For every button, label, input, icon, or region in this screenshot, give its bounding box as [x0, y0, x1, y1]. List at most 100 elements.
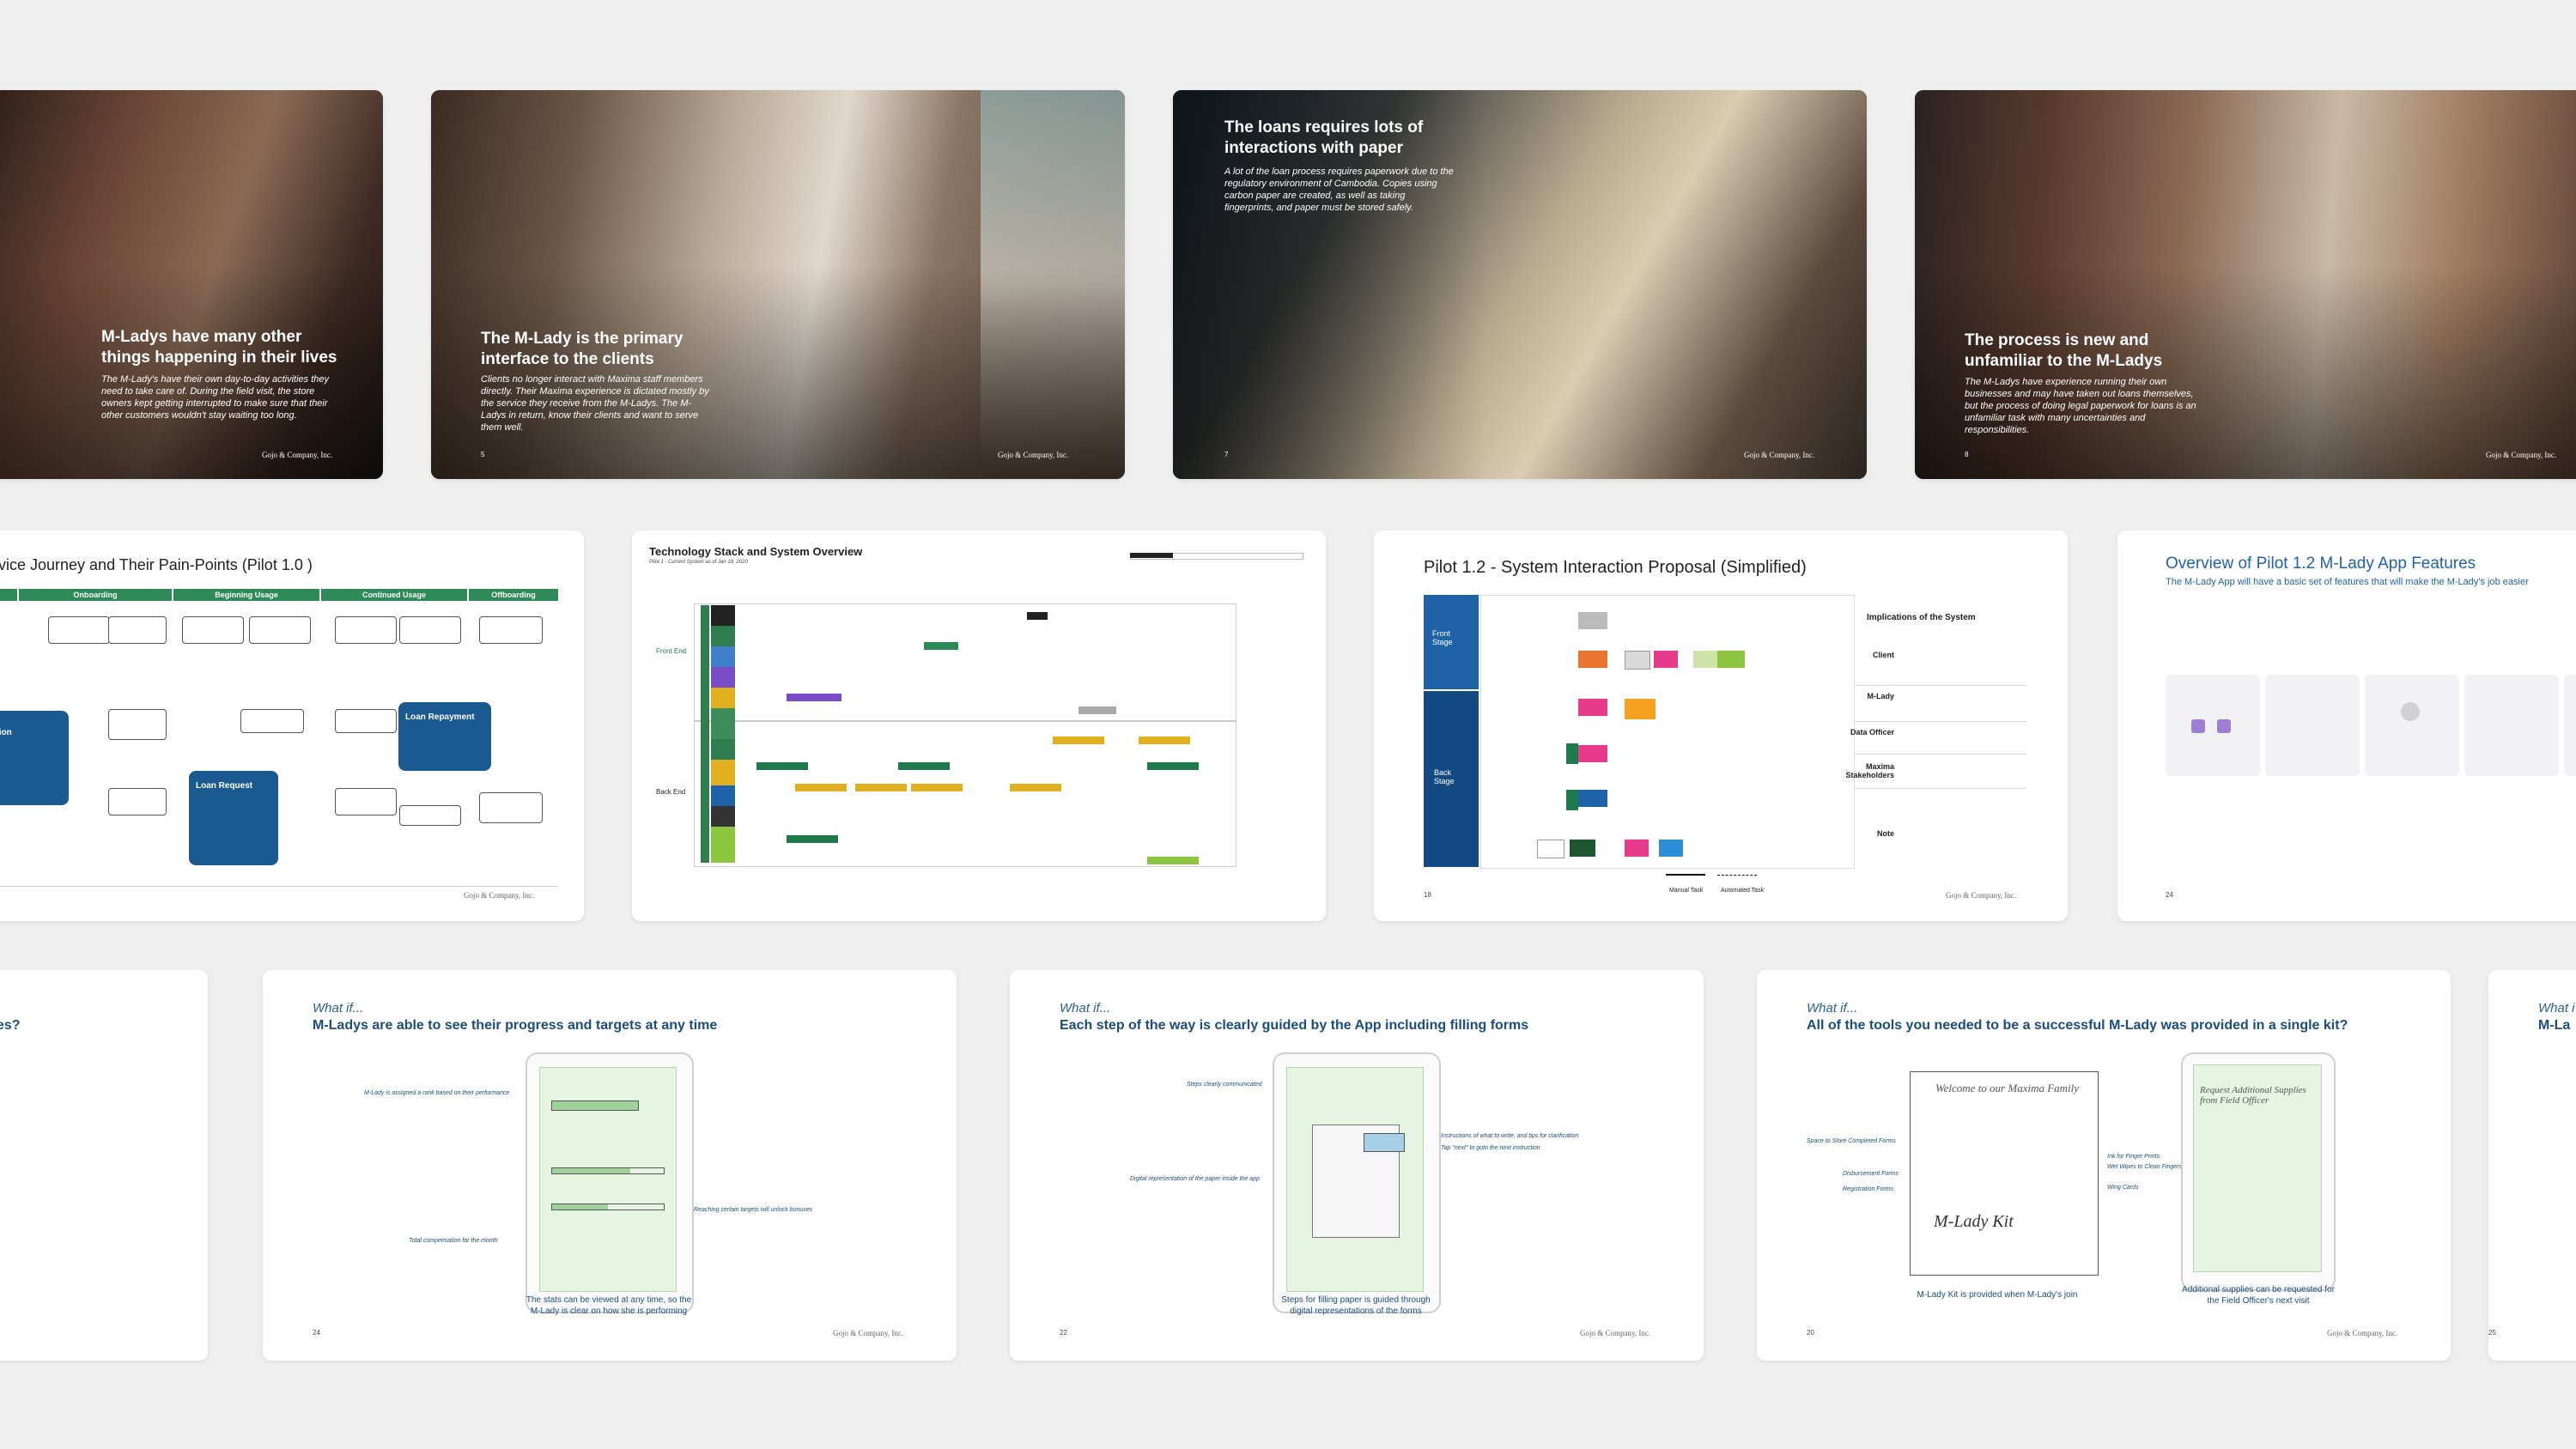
- slide-pilot12-system-interaction[interactable]: Pilot 1.2 - System Interaction Proposal …: [1374, 530, 2068, 921]
- slide-title: M-Ladys are able to see their progress a…: [313, 1018, 718, 1033]
- app-screen: [2365, 675, 2459, 776]
- slide-title: The loans requires lots of interactions w…: [1224, 118, 1424, 157]
- progress-bar: [551, 1203, 665, 1210]
- system-node: [1578, 612, 1607, 629]
- slide-footer: Gojo & Company, Inc.: [262, 451, 333, 459]
- progress-bar: [551, 1100, 639, 1111]
- impl-note: Note: [1877, 829, 1894, 838]
- slide-caption: Steps for filling paper is guided throug…: [1281, 1295, 1431, 1316]
- flow-chip: [855, 784, 907, 791]
- system-node: [1625, 651, 1650, 670]
- page-number: 22: [1060, 1329, 1067, 1337]
- slide-whatif-partial-right[interactable]: What i M-La 25: [2488, 970, 2576, 1361]
- callout-loan-request: Loan Request: [189, 771, 278, 865]
- app-screen: [2564, 675, 2576, 776]
- app-screen: [2166, 675, 2260, 776]
- journey-step: [399, 805, 461, 826]
- stage-header-offboarding: Offboarding: [469, 589, 558, 601]
- flow-chip: [1053, 737, 1104, 744]
- system-node: [1537, 840, 1564, 858]
- slide-whatif-guided-forms[interactable]: What if... Each step of the way is clear…: [1010, 970, 1704, 1361]
- implications-title: Implications of the System: [1867, 613, 1976, 622]
- slide-title: M-La: [2538, 1018, 2571, 1033]
- front-end-group: [694, 603, 1236, 721]
- system-node: [1578, 745, 1607, 762]
- system-node: [1566, 790, 1578, 810]
- legend-manual-line: [1666, 874, 1705, 876]
- slide-title: Overview of Pilot 1.2 M-Lady App Feature…: [2166, 555, 2476, 573]
- slide-photo-mladys-lives[interactable]: M-Ladys have many other things happening …: [0, 90, 383, 479]
- system-node: [1625, 699, 1656, 719]
- flow-chip: [924, 642, 958, 650]
- slide-title: Technology Stack and System Overview: [649, 545, 863, 558]
- journey-step: [249, 616, 311, 644]
- slide-photo-paper-interactions[interactable]: The loans requires lots of interactions w…: [1173, 90, 1867, 479]
- system-node: [1578, 790, 1607, 807]
- slide-footer: Gojo & Company, Inc.: [1946, 891, 2017, 900]
- journey-step: [108, 788, 167, 815]
- flow-chip: [795, 784, 847, 791]
- system-node: [1659, 840, 1683, 857]
- journey-step: [48, 616, 110, 644]
- slide-footer: Gojo & Company, Inc.: [1580, 1329, 1651, 1337]
- legend-auto-line: [1717, 875, 1757, 876]
- progress-bar: [551, 1167, 665, 1174]
- slide-footer: Gojo & Company, Inc.: [998, 451, 1069, 459]
- slide-technology-stack[interactable]: Technology Stack and System Overview Pil…: [632, 530, 1326, 921]
- slide-footer: Gojo & Company, Inc.: [464, 891, 535, 900]
- slide-footer: Gojo & Company, Inc.: [833, 1329, 904, 1337]
- slide-body: Clients no longer interact with Maxima s…: [481, 374, 709, 433]
- app-screen: [2464, 675, 2559, 776]
- front-end-label: Front End: [656, 647, 687, 655]
- slide-photo-primary-interface[interactable]: The M-Lady is the primary interface to th…: [431, 90, 1125, 479]
- annotation: Reaching certain targets will unlock bon…: [694, 1207, 813, 1213]
- annotation: Wet Wipes to Clean Fingers: [2107, 1164, 2182, 1170]
- slide-subtitle: The M-Lady App will have a basic set of …: [2166, 577, 2529, 587]
- slide-body: The M-Ladys have experience running thei…: [1965, 377, 2196, 435]
- slide-app-features[interactable]: Overview of Pilot 1.2 M-Lady App Feature…: [2117, 530, 2576, 921]
- flow-chip: [1010, 784, 1061, 791]
- callout-onboarding: ration: [0, 711, 69, 805]
- journey-step: [240, 709, 304, 733]
- kit-label: M-Lady Kit: [1934, 1212, 2014, 1231]
- stage-header-onboarding: Onboarding: [19, 589, 172, 601]
- lane-back-stage: Back Stage: [1424, 691, 1479, 867]
- page-number: 5: [481, 451, 485, 458]
- impl-client: Client: [1872, 651, 1894, 659]
- annotation: Wing Cards: [2107, 1185, 2139, 1191]
- slide-service-journey[interactable]: rvice Journey and Their Pain-Points (Pil…: [0, 530, 584, 921]
- interaction-area: [1480, 595, 1855, 869]
- kit-box-sketch: [1910, 1071, 2099, 1276]
- journey-step: [479, 616, 543, 644]
- page-number: 8: [1965, 451, 1969, 458]
- feature-icon: [2217, 719, 2231, 733]
- page-number: 7: [1224, 451, 1229, 458]
- slide-body: The M-Lady's have their own day-to-day a…: [101, 374, 329, 421]
- legend-active: [1130, 553, 1173, 558]
- slide-whatif-partial-left[interactable]: es?: [0, 970, 208, 1361]
- slide-whatif-kit[interactable]: What if... All of the tools you needed t…: [1757, 970, 2451, 1361]
- system-node: [1717, 651, 1745, 668]
- annotation: Disbursement Forms: [1843, 1171, 1899, 1177]
- slide-title: rvice Journey and Their Pain-Points (Pil…: [0, 556, 313, 573]
- journey-step: [182, 616, 244, 644]
- flow-chip: [1078, 706, 1116, 714]
- annotation: Space to Store Completed Forms: [1807, 1138, 1896, 1144]
- flow-chip: [1147, 762, 1199, 770]
- page-number: 24: [313, 1329, 320, 1337]
- journey-step: [108, 709, 167, 740]
- stage-header-0: [0, 589, 17, 601]
- stage-header-beginning: Beginning Usage: [173, 589, 319, 601]
- journey-step: [479, 792, 543, 823]
- annotation: Ink for Finger Prints: [2107, 1154, 2160, 1160]
- slide-whatif-progress[interactable]: What if... M-Ladys are able to see their…: [263, 970, 957, 1361]
- flow-chip: [911, 784, 963, 791]
- flow-chip: [1147, 857, 1199, 864]
- slide-photo-process-unfamiliar[interactable]: The process is new and unfamiliar to the …: [1915, 90, 2576, 479]
- stage-header-continued: Continued Usage: [321, 589, 467, 601]
- caption-request: Additional supplies can be requested for…: [2182, 1285, 2335, 1306]
- page-number: 25: [2488, 1329, 2496, 1337]
- slide-title: The process is new and unfamiliar to the …: [1965, 331, 2163, 370]
- annotation: M-Lady is assigned a rank based on their…: [364, 1090, 510, 1096]
- journey-step: [335, 709, 397, 733]
